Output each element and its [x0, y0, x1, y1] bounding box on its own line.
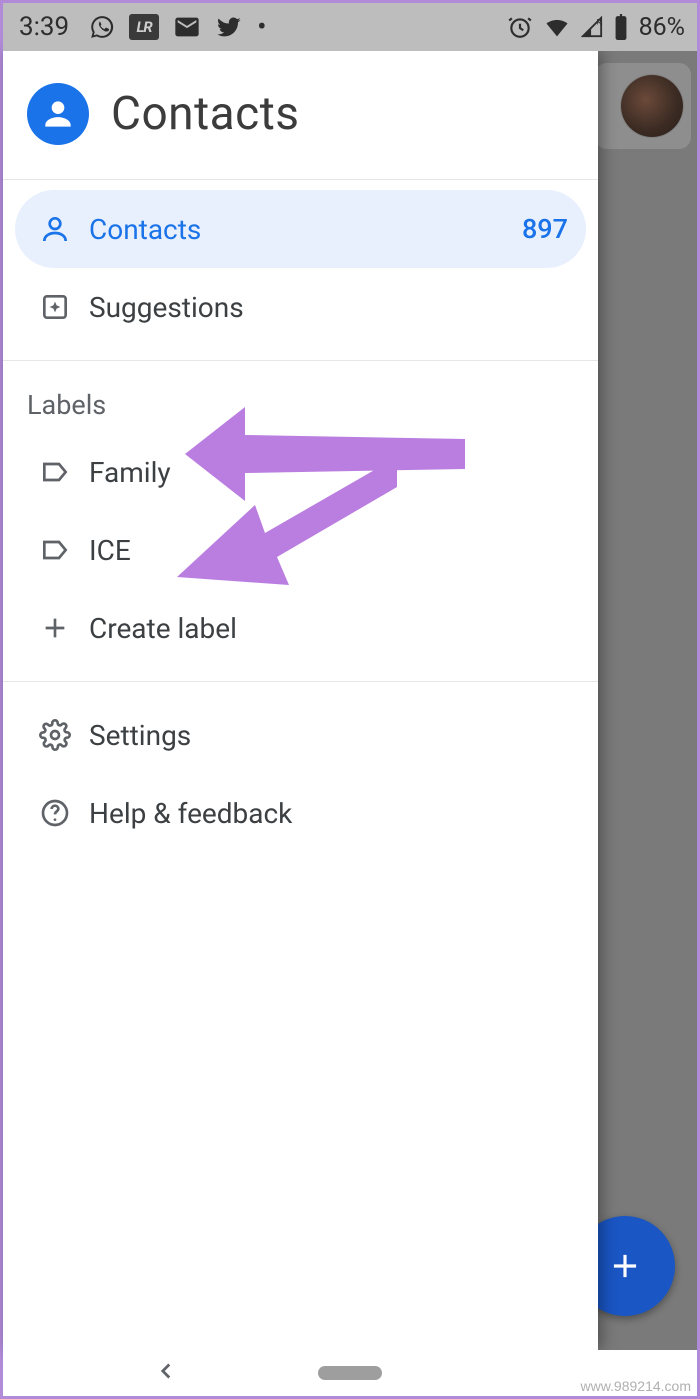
- label-name: Family: [81, 456, 568, 489]
- nav-item-settings[interactable]: Settings: [15, 696, 586, 774]
- account-avatar-behind: [621, 75, 683, 137]
- contacts-count: 897: [522, 213, 568, 245]
- person-icon: [29, 213, 81, 245]
- status-time: 3:39: [19, 12, 69, 42]
- sparkle-icon: [29, 291, 81, 323]
- more-notifications-dot: •: [257, 13, 266, 41]
- nav-item-contacts[interactable]: Contacts 897: [15, 190, 586, 268]
- nav-item-label: Suggestions: [81, 291, 568, 324]
- drawer-scrim[interactable]: [592, 3, 697, 1396]
- label-icon: [29, 456, 81, 488]
- svg-text:R: R: [596, 17, 601, 26]
- divider: [3, 681, 598, 682]
- battery-text: 86%: [639, 13, 685, 42]
- wifi-icon: [543, 13, 571, 41]
- screen-frame: 3:39 LR • R: [0, 0, 700, 1399]
- battery-icon: [613, 14, 629, 40]
- nav-item-label: Contacts: [81, 213, 522, 246]
- nav-item-suggestions[interactable]: Suggestions: [15, 268, 586, 346]
- plus-icon: [606, 1247, 644, 1285]
- create-label-button[interactable]: Create label: [15, 589, 586, 667]
- drawer-app-title: Contacts: [111, 87, 300, 141]
- label-item-ice[interactable]: ICE: [15, 511, 586, 589]
- back-button[interactable]: [153, 1358, 179, 1388]
- plus-icon: [29, 612, 81, 644]
- help-icon: [29, 797, 81, 829]
- home-gesture-pill[interactable]: [318, 1366, 382, 1380]
- alarm-icon: [507, 14, 533, 40]
- contacts-app-icon: [27, 83, 89, 145]
- label-icon: [29, 534, 81, 566]
- navigation-drawer: Contacts Contacts 897 Suggestions Labels: [3, 51, 598, 1350]
- watermark: www.989214.com: [580, 1378, 691, 1394]
- label-item-family[interactable]: Family: [15, 433, 586, 511]
- lr-app-icon: LR: [129, 14, 159, 40]
- drawer-header: Contacts: [3, 51, 598, 180]
- mail-icon: [173, 13, 201, 41]
- label-name: ICE: [81, 534, 568, 567]
- nav-item-help[interactable]: Help & feedback: [15, 774, 586, 852]
- signal-icon: R: [581, 16, 603, 38]
- help-label: Help & feedback: [81, 797, 568, 830]
- gear-icon: [29, 719, 81, 751]
- labels-section-header: Labels: [3, 365, 598, 429]
- whatsapp-icon: [89, 14, 115, 40]
- settings-label: Settings: [81, 719, 568, 752]
- create-label-text: Create label: [81, 612, 568, 645]
- divider: [3, 360, 598, 361]
- twitter-icon: [215, 13, 243, 41]
- status-bar: 3:39 LR • R: [3, 3, 697, 51]
